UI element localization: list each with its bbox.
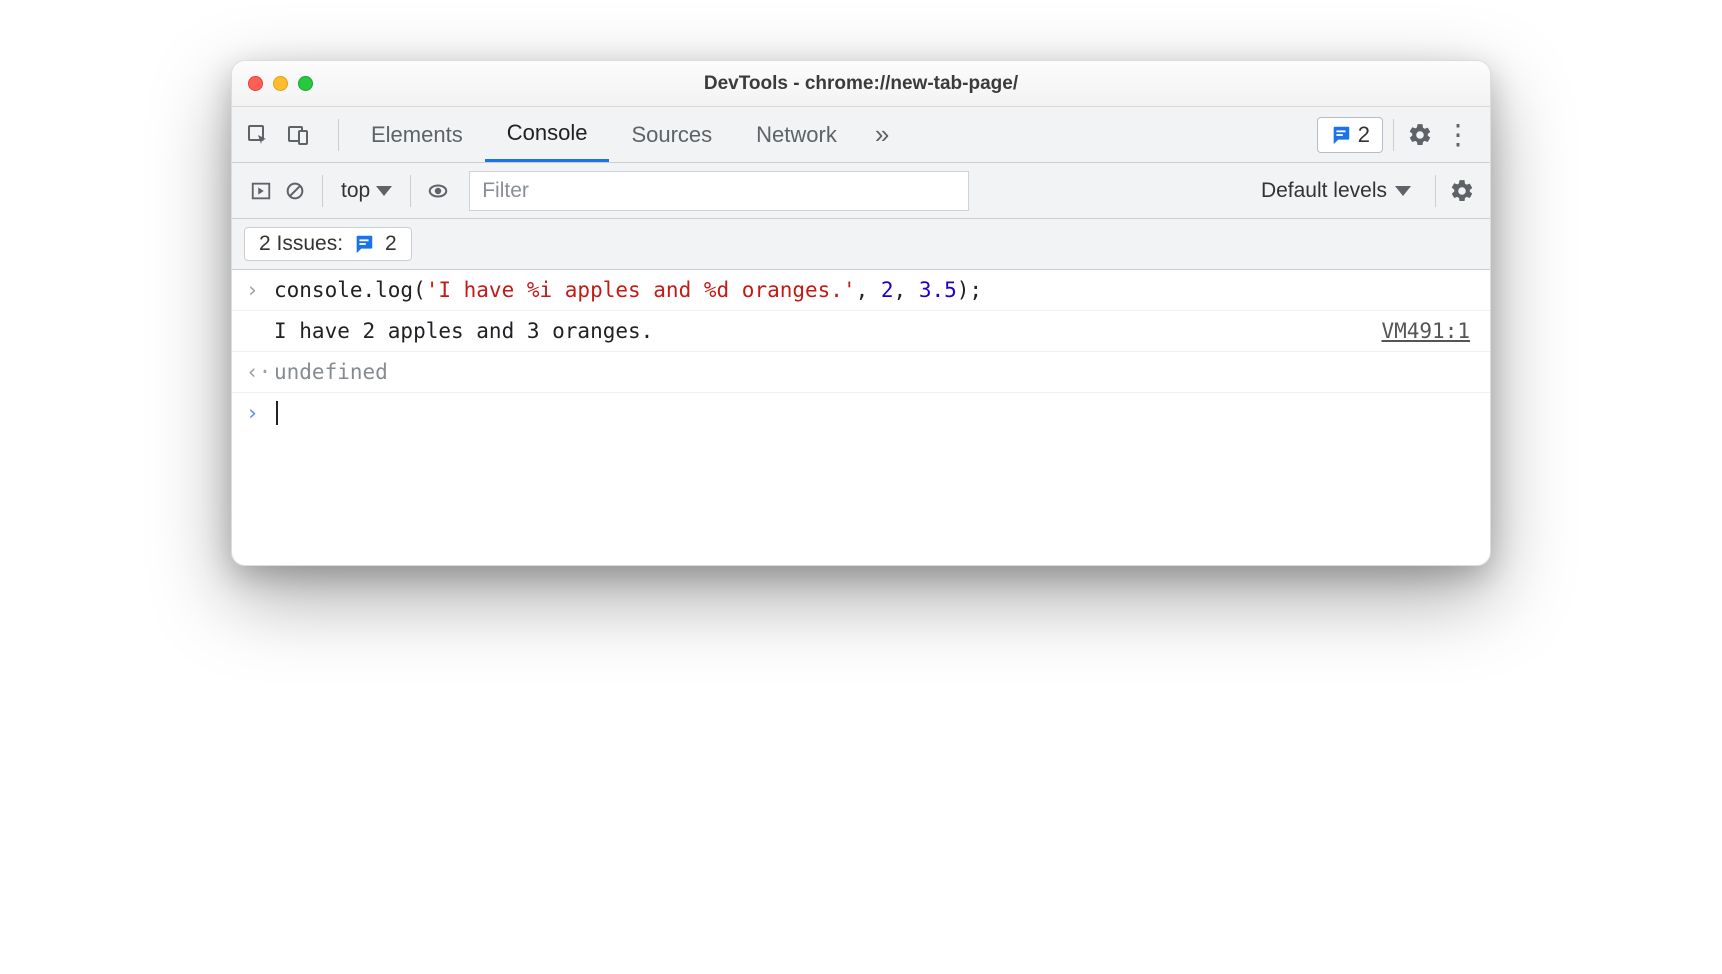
devtools-window: DevTools - chrome://new-tab-page/ Elemen… [231,60,1491,566]
settings-gear-icon[interactable] [1404,119,1436,151]
toggle-sidebar-icon[interactable] [244,180,278,202]
text-cursor [276,401,278,425]
context-label: top [341,179,370,203]
issues-pill-count: 2 [385,232,397,256]
separator [410,175,411,207]
console-output-row: I have 2 apples and 3 oranges. VM491:1 [232,311,1490,352]
separator [322,175,323,207]
more-menu-icon[interactable]: ⋮ [1436,121,1480,149]
source-link[interactable]: VM491:1 [1381,319,1476,343]
prompt-chevron-icon: › [246,401,274,425]
close-window-button[interactable] [248,76,263,91]
console-toolbar: top Default levels [232,163,1490,219]
output-gutter [246,319,274,343]
minimize-window-button[interactable] [273,76,288,91]
window-title: DevTools - chrome://new-tab-page/ [232,73,1490,95]
tabs-overflow[interactable]: » [859,119,905,150]
issues-counter-button[interactable]: 2 [1317,117,1383,153]
code-string: 'I have %i apples and %d oranges.' [426,278,856,302]
issues-icon [1330,124,1352,146]
code-number: 2 [881,278,894,302]
code-fn: console.log( [274,278,426,302]
levels-label: Default levels [1261,179,1387,203]
log-levels-selector[interactable]: Default levels [1247,179,1425,203]
main-tabbar: Elements Console Sources Network » 2 ⋮ [232,107,1490,163]
return-chevron-icon: ‹· [246,360,274,384]
titlebar: DevTools - chrome://new-tab-page/ [232,61,1490,107]
traffic-lights [248,76,313,91]
issues-pill[interactable]: 2 Issues: 2 [244,227,412,261]
tab-network[interactable]: Network [734,107,859,162]
live-expression-icon[interactable] [421,180,455,202]
filter-input[interactable] [469,171,969,211]
issues-row: 2 Issues: 2 [232,219,1490,270]
inspect-element-icon[interactable] [242,119,274,151]
dropdown-icon [1395,186,1411,196]
return-value: undefined [274,360,388,384]
input-chevron-icon: › [246,278,274,302]
dropdown-icon [376,186,392,196]
tab-elements[interactable]: Elements [349,107,485,162]
device-toggle-icon[interactable] [282,119,314,151]
tab-console[interactable]: Console [485,107,610,162]
context-selector[interactable]: top [333,179,400,203]
clear-console-icon[interactable] [278,180,312,202]
console-prompt-row[interactable]: › [232,393,1490,565]
code-sep: , [894,278,919,302]
issues-icon [353,233,375,255]
console-settings-gear-icon[interactable] [1446,175,1478,207]
issues-count: 2 [1358,122,1370,148]
separator [338,119,339,151]
console-output: › console.log('I have %i apples and %d o… [232,270,1490,565]
code-number: 3.5 [919,278,957,302]
tab-sources[interactable]: Sources [609,107,734,162]
log-output: I have 2 apples and 3 oranges. [274,319,653,343]
code-suffix: ); [957,278,982,302]
separator [1435,175,1436,207]
maximize-window-button[interactable] [298,76,313,91]
console-return-row: ‹· undefined [232,352,1490,393]
issues-label: 2 Issues: [259,232,343,256]
code-sep: , [856,278,881,302]
console-input-row: › console.log('I have %i apples and %d o… [232,270,1490,311]
separator [1393,119,1394,151]
